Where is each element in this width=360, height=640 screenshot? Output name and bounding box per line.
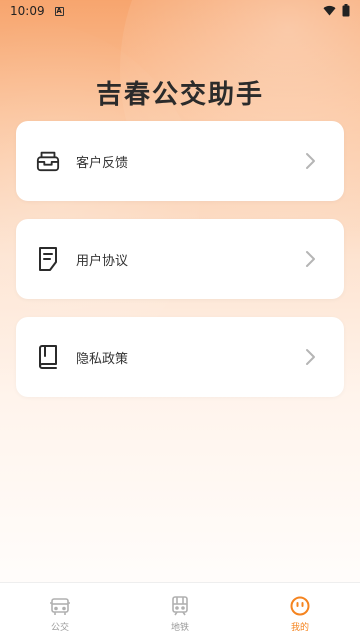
book-icon [36,345,60,369]
wifi-icon [323,5,336,16]
status-bar: 10:09 A [0,0,360,22]
smiley-icon [290,596,310,615]
bottom-tab-bar: 公交 地铁 我的 [0,582,360,640]
tab-bus[interactable]: 公交 [0,583,120,640]
menu-item-label: 隐私政策 [76,351,129,367]
document-icon [36,247,60,271]
chevron-right-icon [306,153,315,169]
chevron-right-icon [306,251,315,267]
app-title: 吉春公交助手 [95,80,264,110]
menu-item-user-agreement[interactable]: 用户协议 [16,219,344,299]
inbox-icon [36,149,60,173]
chevron-right-icon [306,349,315,365]
tab-mine[interactable]: 我的 [240,583,360,640]
tab-label: 我的 [290,622,309,633]
tab-label: 公交 [50,622,69,633]
menu-item-label: 用户协议 [76,253,129,269]
menu-item-label: 客户反馈 [76,155,129,171]
bus-icon [50,597,70,615]
menu-item-privacy-policy[interactable]: 隐私政策 [16,317,344,397]
battery-icon [342,4,350,17]
tab-subway[interactable]: 地铁 [120,583,240,640]
status-time: 10:09 [10,4,45,18]
menu-item-feedback[interactable]: 客户反馈 [16,121,344,201]
status-indicators [323,4,350,17]
notification-icon: A [54,6,64,16]
subway-icon [172,595,188,615]
tab-label: 地铁 [170,622,189,633]
